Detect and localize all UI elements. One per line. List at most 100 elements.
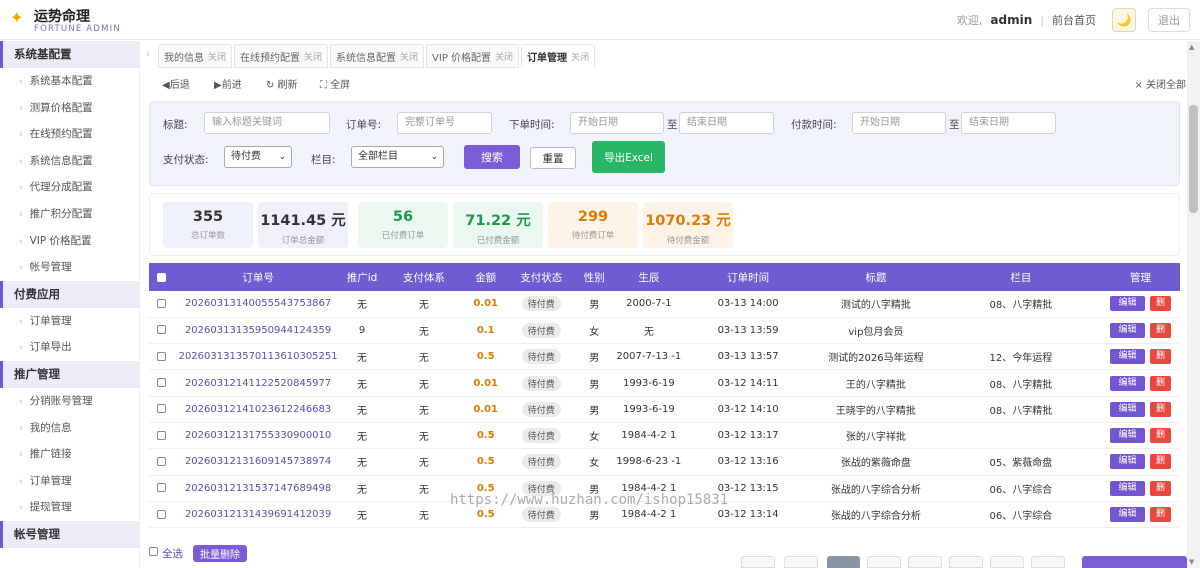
sidebar-item[interactable]: › 测算价格配置: [0, 95, 139, 122]
pagination-button[interactable]: [1031, 556, 1065, 568]
edit-button[interactable]: 编辑: [1109, 296, 1145, 312]
tab-item[interactable]: 订单管理 关闭: [521, 44, 596, 68]
order-number[interactable]: 20260312131609145738974: [175, 449, 341, 475]
delete-button[interactable]: 删: [1149, 428, 1171, 444]
row-checkbox[interactable]: [157, 430, 167, 440]
row-checkbox[interactable]: [157, 483, 167, 493]
sidebar-item[interactable]: › 订单管理: [0, 308, 139, 335]
pagination-button[interactable]: [784, 556, 818, 568]
sidebar-item[interactable]: › 分销账号管理: [0, 388, 139, 415]
sidebar-item[interactable]: › 推广链接: [0, 441, 139, 468]
scrollbar-thumb[interactable]: [1189, 105, 1198, 213]
pagination-current-page[interactable]: [827, 556, 860, 568]
theme-toggle-button[interactable]: 🌙: [1112, 8, 1136, 32]
fullscreen-button[interactable]: ⛶ 全屏: [320, 76, 350, 91]
row-checkbox[interactable]: [157, 404, 167, 414]
edit-button[interactable]: 编辑: [1109, 401, 1145, 417]
search-button[interactable]: 搜索: [464, 145, 520, 169]
sidebar-item[interactable]: › 在线预约配置: [0, 121, 139, 148]
tab-close-button[interactable]: 关闭: [571, 50, 589, 63]
tab-close-button[interactable]: 关闭: [304, 50, 322, 63]
pagination-button[interactable]: [908, 556, 942, 568]
pagination-go-button[interactable]: [1082, 556, 1187, 568]
sidebar-group-title[interactable]: 系统基配置: [0, 41, 139, 68]
edit-button[interactable]: 编辑: [1109, 428, 1145, 444]
page-scrollbar[interactable]: ▲ ▼: [1187, 41, 1200, 568]
tab-close-button[interactable]: 关闭: [495, 50, 513, 63]
order-start-date-input[interactable]: 开始日期: [570, 112, 664, 134]
scroll-up-icon[interactable]: ▲: [1189, 43, 1194, 51]
title-input[interactable]: 输入标题关键词: [204, 112, 330, 134]
pay-start-date-input[interactable]: 开始日期: [852, 112, 946, 134]
pay-status-select[interactable]: 待付费 ⌄: [224, 146, 292, 168]
pay-end-date-input[interactable]: 结束日期: [961, 112, 1056, 134]
delete-button[interactable]: 删: [1149, 296, 1171, 312]
tab-item[interactable]: 我的信息 关闭: [158, 44, 233, 68]
sidebar-item[interactable]: › 提现管理: [0, 494, 139, 521]
pagination-button[interactable]: [990, 556, 1024, 568]
close-all-tabs-button[interactable]: × 关闭全部: [1134, 76, 1186, 91]
sidebar-item[interactable]: › 推广积分配置: [0, 201, 139, 228]
tab-scroll-left-icon[interactable]: ‹: [146, 49, 150, 60]
edit-button[interactable]: 编辑: [1109, 349, 1145, 365]
export-excel-button[interactable]: 导出Excel: [592, 141, 665, 173]
order-number[interactable]: 20260312131537147689498: [175, 475, 341, 501]
front-page-link[interactable]: 前台首页: [1052, 12, 1096, 28]
tab-item[interactable]: 在线预约配置 关闭: [234, 44, 329, 68]
edit-button[interactable]: 编辑: [1109, 480, 1145, 496]
order-number[interactable]: 2026031313570113610305251: [175, 344, 341, 370]
edit-button[interactable]: 编辑: [1109, 322, 1145, 338]
edit-button[interactable]: 编辑: [1109, 454, 1145, 470]
sidebar-item[interactable]: › 订单导出: [0, 334, 139, 361]
select-all-label[interactable]: 全选: [162, 546, 183, 561]
select-all-checkbox[interactable]: [149, 547, 158, 556]
delete-button[interactable]: 删: [1149, 322, 1171, 338]
back-button[interactable]: ◀后退: [162, 76, 190, 91]
refresh-button[interactable]: ↻ 刷新: [266, 76, 298, 91]
order-end-date-input[interactable]: 结束日期: [679, 112, 774, 134]
delete-button[interactable]: 删: [1149, 375, 1171, 391]
scroll-down-icon[interactable]: ▼: [1189, 558, 1194, 566]
row-checkbox[interactable]: [157, 298, 167, 308]
pagination-button[interactable]: [867, 556, 901, 568]
sidebar-item[interactable]: › 订单管理: [0, 468, 139, 495]
row-checkbox[interactable]: [157, 351, 167, 361]
pagination-button[interactable]: [949, 556, 983, 568]
sidebar-group-title[interactable]: 推广管理: [0, 360, 139, 388]
delete-button[interactable]: 删: [1149, 349, 1171, 365]
order-number[interactable]: 20260313135950944124359: [175, 317, 341, 343]
forward-button[interactable]: ▶前进: [214, 76, 242, 91]
sidebar-group-title[interactable]: 付费应用: [0, 280, 139, 308]
order-number[interactable]: 20260313140055543753867: [175, 291, 341, 317]
row-checkbox[interactable]: [157, 378, 167, 388]
order-number[interactable]: 20260312131439691412039: [175, 501, 341, 527]
reset-button[interactable]: 重置: [530, 147, 576, 169]
order-number[interactable]: 20260312131755330900010: [175, 422, 341, 448]
tab-close-button[interactable]: 关闭: [208, 50, 226, 63]
edit-button[interactable]: 编辑: [1109, 375, 1145, 391]
sidebar-item[interactable]: › 帐号管理: [0, 254, 139, 281]
tab-item[interactable]: VIP 价格配置 关闭: [426, 44, 520, 68]
delete-button[interactable]: 删: [1149, 454, 1171, 470]
row-checkbox[interactable]: [157, 456, 167, 466]
row-checkbox[interactable]: [157, 509, 167, 519]
row-checkbox[interactable]: [157, 325, 167, 335]
delete-button[interactable]: 删: [1149, 401, 1171, 417]
order-no-input[interactable]: 完整订单号: [397, 112, 492, 134]
logout-button[interactable]: 退出: [1148, 8, 1190, 32]
sidebar-item[interactable]: › 代理分成配置: [0, 174, 139, 201]
delete-button[interactable]: 删: [1149, 480, 1171, 496]
pagination-button[interactable]: [741, 556, 775, 568]
batch-delete-button[interactable]: 批量删除: [193, 545, 247, 562]
tab-item[interactable]: 系统信息配置 关闭: [330, 44, 425, 68]
order-number[interactable]: 20260312141122520845977: [175, 370, 341, 396]
sidebar-group-title[interactable]: 帐号管理: [0, 520, 139, 548]
sidebar-item[interactable]: › VIP 价格配置: [0, 228, 139, 255]
sidebar-item[interactable]: › 我的信息: [0, 415, 139, 442]
order-number[interactable]: 20260312141023612246683: [175, 396, 341, 422]
edit-button[interactable]: 编辑: [1109, 507, 1145, 523]
select-all-rows-checkbox[interactable]: [157, 272, 167, 282]
sidebar-item[interactable]: › 系统信息配置: [0, 148, 139, 175]
delete-button[interactable]: 删: [1149, 507, 1171, 523]
column-select[interactable]: 全部栏目 ⌄: [351, 146, 444, 168]
